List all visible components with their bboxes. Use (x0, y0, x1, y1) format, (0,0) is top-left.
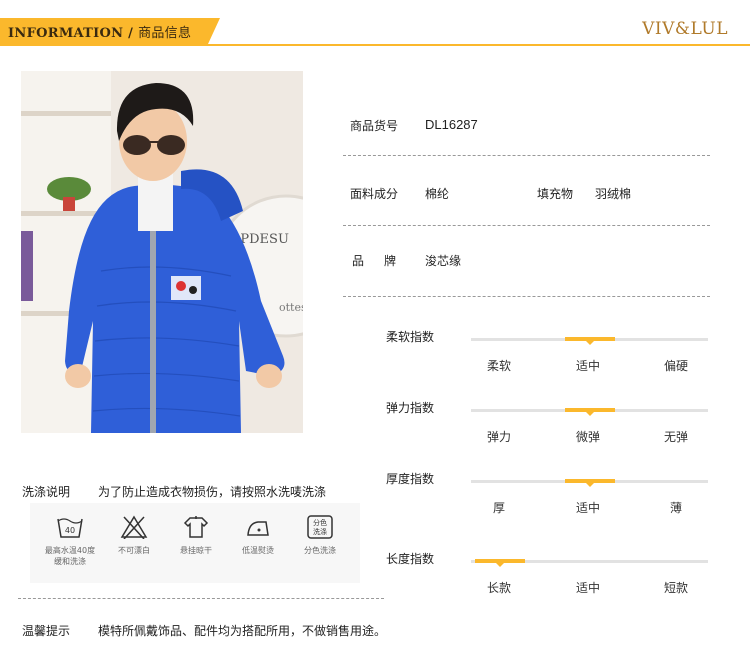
fabric-value: 棉纶 (425, 187, 450, 201)
care-item-wash: 40 最高水温40度 缓和洗涤 (38, 503, 102, 567)
index-title: 厚度指数 (386, 472, 435, 486)
care-caption: 不可漂白 (118, 546, 150, 555)
care-label: 洗涤说明 (22, 485, 71, 499)
filling-value: 羽绒棉 (595, 187, 632, 201)
index-level-marker (475, 559, 525, 567)
index-option: 适中 (575, 501, 600, 515)
section-title-en: INFORMATION (8, 26, 124, 41)
index-option: 适中 (575, 359, 600, 373)
index-level-marker (564, 337, 615, 345)
care-caption: 低温熨烫 (242, 546, 274, 555)
filling-label: 填充物 (537, 187, 574, 201)
index-level-marker (564, 408, 615, 416)
brand-logo: VIV&LUL (642, 19, 728, 39)
row-divider (343, 155, 710, 156)
hang-dry-icon (183, 516, 209, 538)
section-title: INFORMATION / 商品信息 (8, 22, 191, 41)
header-rule (0, 44, 750, 46)
brand-label-part-2: 牌 (384, 254, 397, 268)
separate-wash-icon: 分色 洗涤 (307, 515, 333, 539)
index-title: 柔软指数 (386, 330, 435, 344)
index-option: 短款 (663, 581, 688, 595)
row-divider (343, 296, 710, 297)
index-option: 弹力 (486, 430, 511, 444)
care-caption: 悬挂晾干 (180, 546, 212, 555)
care-item-separate: 分色 洗涤 分色洗涤 (288, 503, 352, 556)
separate-glyph-top: 分色 (313, 518, 327, 527)
row-divider (343, 225, 710, 226)
index-title: 长度指数 (386, 552, 435, 566)
care-divider (18, 598, 384, 599)
index-option: 适中 (575, 581, 600, 595)
section-title-cn: 商品信息 (138, 26, 192, 41)
index-option: 薄 (669, 501, 682, 515)
product-photo: APDESU ottes (21, 71, 303, 433)
care-caption-line: 最高水温40度 (44, 546, 96, 555)
no-bleach-icon (120, 515, 148, 539)
index-title: 弹力指数 (386, 401, 435, 415)
care-text: 为了防止造成衣物损伤，请按照水洗唛洗涤 (98, 485, 327, 499)
index-option: 微弹 (575, 430, 600, 444)
care-caption: 分色洗涤 (304, 546, 336, 555)
tip-text: 模特所佩戴饰品、配件均为搭配所用，不做销售用途。 (98, 624, 387, 638)
care-item-bleach: 不可漂白 (102, 503, 166, 556)
separate-glyph-bottom: 洗涤 (313, 527, 327, 536)
index-option: 长款 (486, 581, 511, 595)
item-no-value: DL16287 (425, 117, 478, 132)
care-caption-line: 缓和洗涤 (54, 557, 86, 566)
brand-label-part-1: 品 (352, 254, 365, 268)
care-icons-panel: 40 最高水温40度 缓和洗涤 不可漂白 悬挂晾干 低温熨烫 分色 洗涤 分色洗涤 (30, 503, 360, 583)
index-level-marker (564, 479, 615, 487)
care-item-iron: 低温熨烫 (226, 503, 290, 556)
fabric-label: 面料成分 (350, 187, 399, 201)
child-model-illustration: APDESU ottes (21, 71, 303, 433)
wash-40-icon: 40 (57, 518, 83, 538)
care-caption: 最高水温40度 缓和洗涤 (38, 545, 102, 567)
wash-temp-glyph: 40 (65, 526, 75, 535)
photo-text-ottes: ottes (279, 301, 303, 314)
index-option: 厚 (492, 501, 505, 515)
care-item-dry: 悬挂晾干 (164, 503, 228, 556)
item-no-label: 商品货号 (350, 119, 399, 133)
tip-label: 温馨提示 (22, 624, 71, 638)
index-option: 柔软 (486, 359, 511, 373)
brand-value: 浚芯缘 (425, 254, 462, 268)
section-title-sep: / (123, 26, 139, 41)
index-option: 偏硬 (663, 359, 688, 373)
index-option: 无弹 (663, 430, 688, 444)
low-iron-icon (247, 521, 269, 536)
